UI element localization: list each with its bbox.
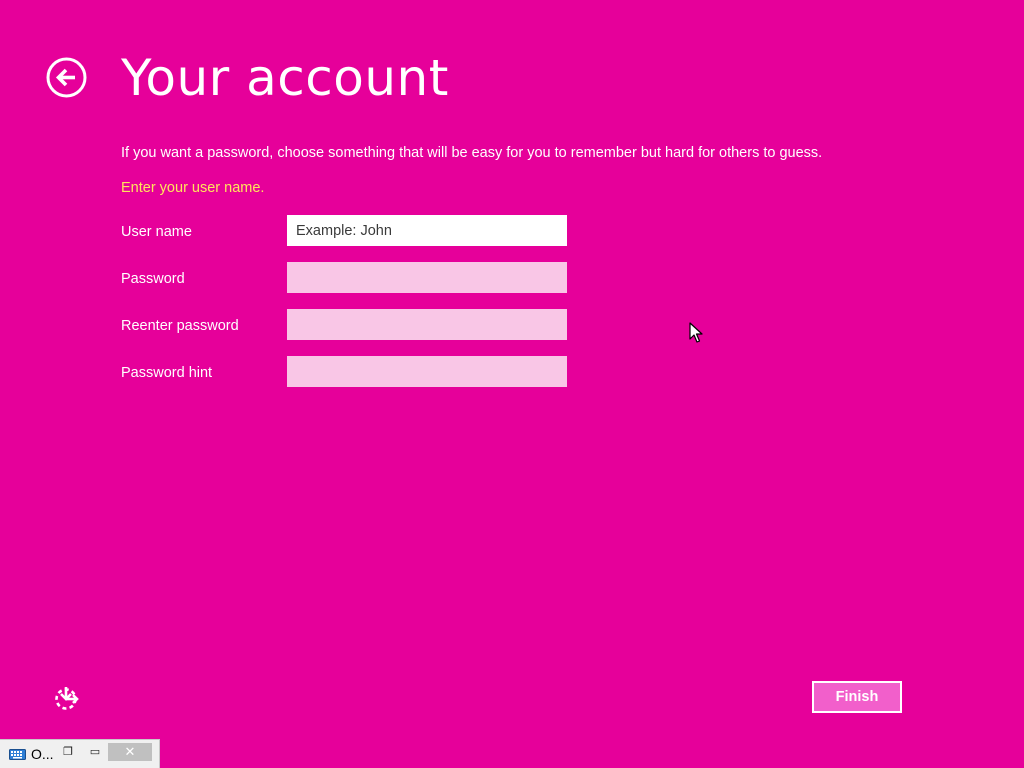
back-button[interactable] — [46, 57, 87, 98]
keyboard-icon — [9, 749, 26, 760]
password-input[interactable] — [287, 262, 567, 293]
password-hint-input[interactable] — [287, 356, 567, 387]
finish-button[interactable]: Finish — [812, 681, 902, 713]
user-name-label: User name — [121, 224, 192, 240]
minimized-window[interactable]: O... ❐ ▭ ✕ — [0, 739, 160, 768]
page-title: Your account — [121, 49, 449, 107]
close-button[interactable]: ✕ — [108, 743, 152, 761]
reenter-password-input[interactable] — [287, 309, 567, 340]
maximize-button[interactable]: ▭ — [84, 743, 106, 761]
window-title: O... — [31, 746, 54, 762]
ease-of-access-button[interactable] — [52, 684, 80, 712]
instruction-text: If you want a password, choose something… — [121, 145, 823, 161]
user-name-input[interactable] — [287, 215, 567, 246]
mouse-pointer-icon — [689, 322, 703, 344]
reenter-password-label: Reenter password — [121, 318, 239, 334]
restore-button[interactable]: ❐ — [57, 743, 79, 761]
ease-of-access-icon — [55, 687, 79, 710]
password-hint-label: Password hint — [121, 365, 213, 381]
validation-message: Enter your user name. — [121, 180, 265, 196]
password-label: Password — [121, 271, 185, 287]
back-arrow-icon — [46, 57, 87, 98]
